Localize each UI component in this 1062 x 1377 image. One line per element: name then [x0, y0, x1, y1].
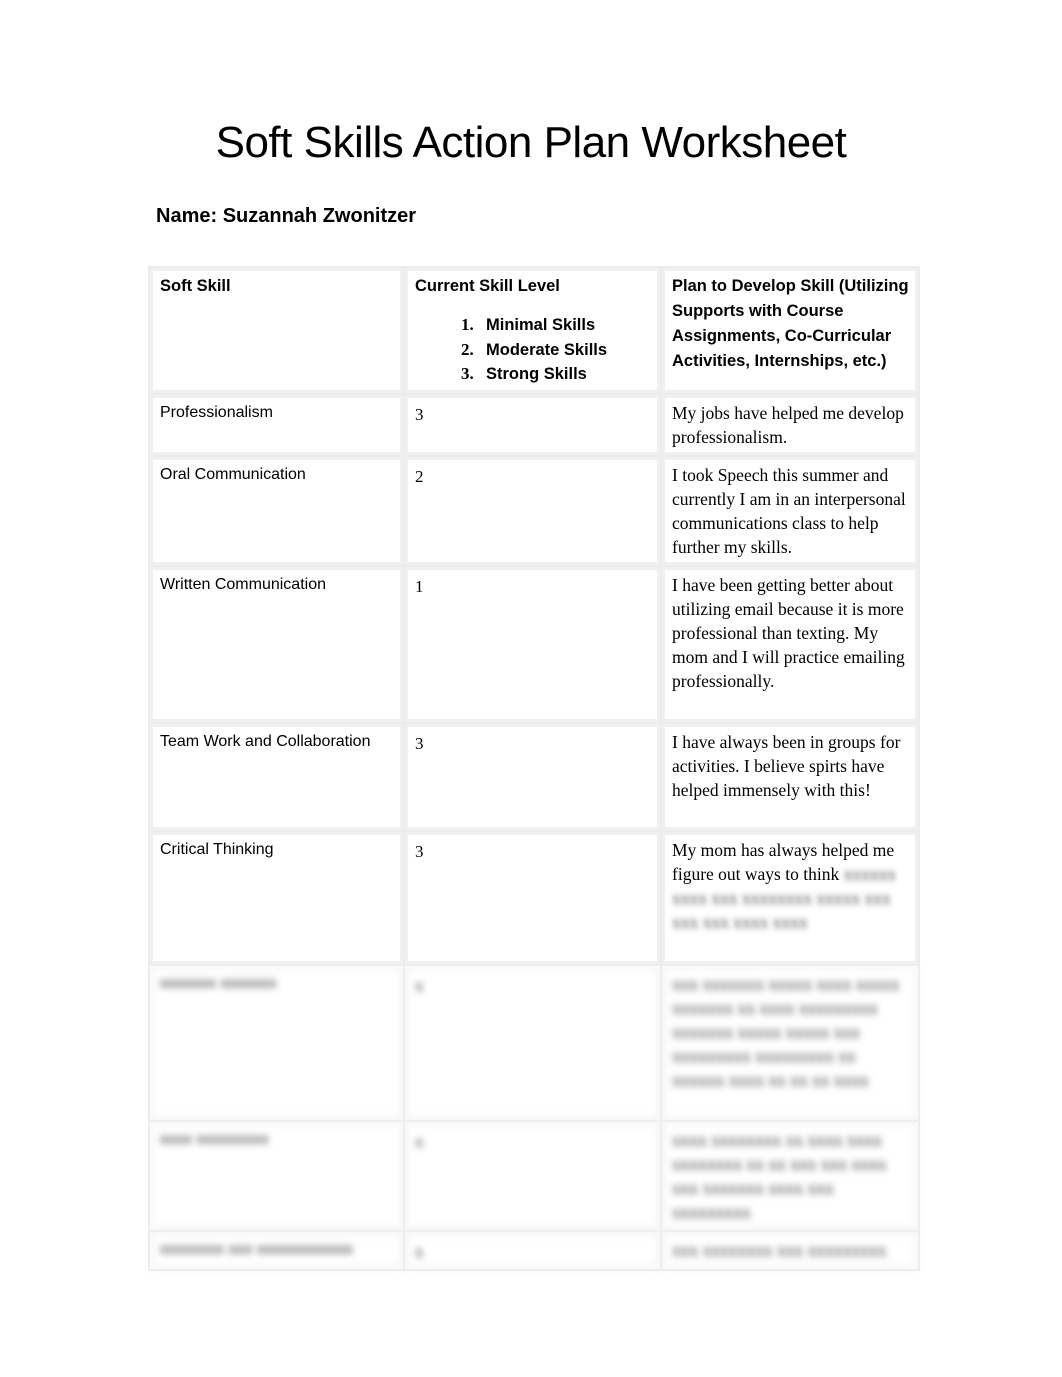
- table-row: Oral Communication 2 I took Speech this …: [148, 454, 920, 567]
- skill-name: Written Communication: [148, 564, 405, 724]
- scale-item-strong: Strong Skills: [478, 362, 652, 387]
- header-current-level-label: Current Skill Level: [415, 277, 560, 295]
- skill-level: 2: [403, 454, 662, 567]
- skill-name: Professionalism: [148, 392, 405, 457]
- blurred-table-row: xxxxxxx xxxxxxx x xxx xxxxxxx xxxxx xxxx…: [148, 963, 920, 1122]
- table-row: Critical Thinking 3 My mom has always he…: [148, 829, 920, 966]
- blurred-table-row: xxxxxxxx xxx xxxxxxxxxxxx x xxx xxxxxxxx…: [148, 1229, 920, 1271]
- skill-level-scale: Minimal Skills Moderate Skills Strong Sk…: [415, 313, 652, 387]
- skill-plan: xxx xxxxxxxx xxx xxxxxxxxx: [660, 1229, 920, 1271]
- skill-level: x: [403, 963, 662, 1122]
- table-row: Professionalism 3 My jobs have helped me…: [148, 392, 920, 457]
- header-soft-skill: Soft Skill: [148, 266, 405, 395]
- table-row: Written Communication 1 I have been gett…: [148, 564, 920, 724]
- skill-plan: My jobs have helped me develop professio…: [660, 392, 920, 457]
- skill-plan: I have always been in groups for activit…: [660, 721, 920, 832]
- skill-level: x: [403, 1119, 662, 1232]
- header-plan: Plan to Develop Skill (Utilizing Support…: [660, 266, 920, 395]
- table-header-row: Soft Skill Current Skill Level Minimal S…: [148, 266, 920, 395]
- document-title: Soft Skills Action Plan Worksheet: [215, 118, 847, 167]
- skill-name: xxxxxxx xxxxxxx: [148, 963, 405, 1122]
- skill-plan: I have been getting better about utilizi…: [660, 564, 920, 724]
- skill-name: xxxx xxxxxxxxx: [148, 1119, 405, 1232]
- skill-name: Team Work and Collaboration: [148, 721, 405, 832]
- skill-plan: I took Speech this summer and currently …: [660, 454, 920, 567]
- skill-level: 3: [403, 721, 662, 832]
- action-plan-table: Soft Skill Current Skill Level Minimal S…: [148, 266, 920, 1271]
- skill-level: x: [403, 1229, 662, 1271]
- skill-plan: My mom has always helped me figure out w…: [660, 829, 920, 966]
- skill-level: 3: [403, 829, 662, 966]
- skill-name: xxxxxxxx xxx xxxxxxxxxxxx: [148, 1229, 405, 1271]
- student-name: Name: Suzannah Zwonitzer: [156, 205, 417, 227]
- skill-level: 3: [403, 392, 662, 457]
- action-plan-table-container: Soft Skill Current Skill Level Minimal S…: [148, 266, 920, 1271]
- skill-plan: xxx xxxxxxx xxxxx xxxx xxxxx xxxxxxx xx …: [660, 963, 920, 1122]
- blurred-table-row: xxxx xxxxxxxxx x xxxx xxxxxxxx xx xxxx x…: [148, 1119, 920, 1232]
- header-current-skill-level: Current Skill Level Minimal Skills Moder…: [403, 266, 662, 395]
- scale-item-moderate: Moderate Skills: [478, 338, 652, 363]
- skill-name: Oral Communication: [148, 454, 405, 567]
- skill-plan: xxxx xxxxxxxx xx xxxx xxxx xxxxxxxx xx x…: [660, 1119, 920, 1232]
- table-row: Team Work and Collaboration 3 I have alw…: [148, 721, 920, 832]
- scale-item-minimal: Minimal Skills: [478, 313, 652, 338]
- skill-level: 1: [403, 564, 662, 724]
- skill-name: Critical Thinking: [148, 829, 405, 966]
